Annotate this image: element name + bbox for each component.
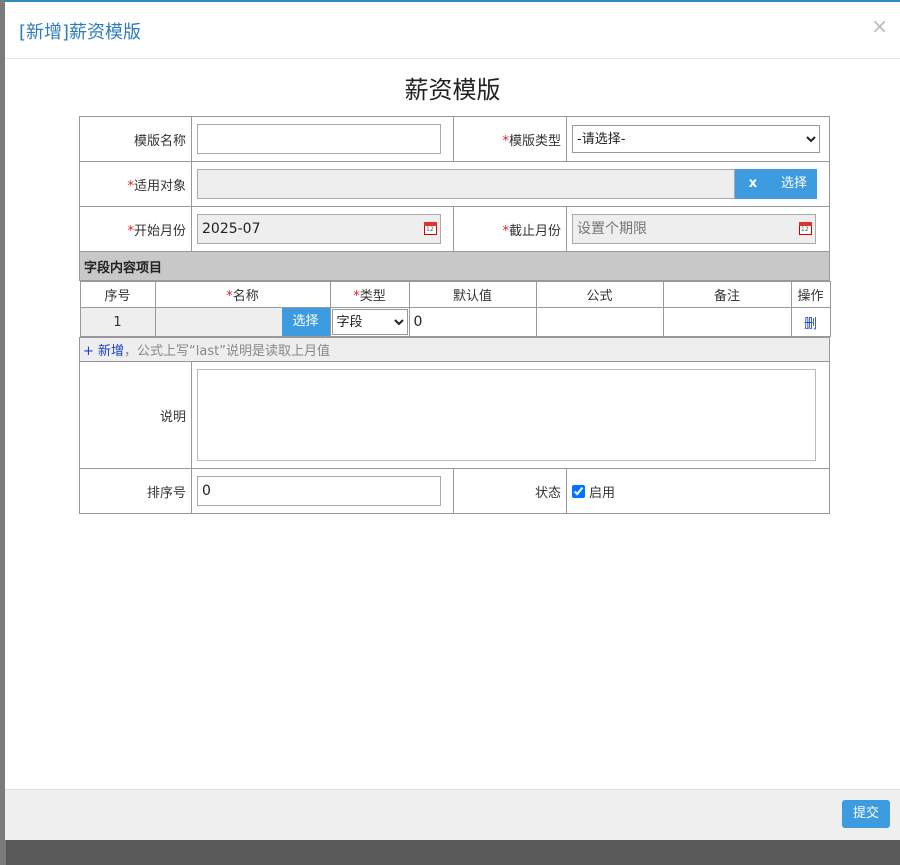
- col-ops-header: 操作: [790, 281, 831, 308]
- description-label: 说明: [79, 361, 192, 469]
- dialog-header: [新增]薪资模版 ×: [5, 2, 900, 59]
- col-note-header: 备注: [662, 281, 792, 308]
- formula-hint: ，公式上写“last”说明是读取上月值: [124, 344, 330, 359]
- col-seq-header: 序号: [79, 281, 156, 308]
- clear-target-button[interactable]: x: [735, 169, 771, 199]
- template-form: 模版名称 *模版类型 -请选择- *适用对象 x 选择 *开始月份 2025-0…: [79, 116, 831, 514]
- row-seq: 1: [79, 307, 156, 337]
- status-checkbox[interactable]: [572, 484, 585, 498]
- add-item-link[interactable]: + 新增: [83, 344, 124, 359]
- dialog: [新增]薪资模版 × 薪资模版 模版名称 *模版类型 -请选择- *适用对象 x: [5, 0, 900, 840]
- status-toggle[interactable]: 启用: [572, 482, 829, 501]
- status-checkbox-label: 启用: [589, 485, 616, 501]
- end-month-input[interactable]: [572, 214, 816, 244]
- form-title: 薪资模版: [404, 76, 501, 104]
- select-target-button[interactable]: 选择: [771, 169, 817, 199]
- start-month-input[interactable]: [197, 214, 441, 244]
- calendar-icon[interactable]: [424, 222, 437, 235]
- table-row: 1 选择 字段 0 删: [79, 307, 831, 337]
- row-default-input[interactable]: [409, 308, 536, 336]
- sort-no-label: 排序号: [79, 468, 192, 514]
- row-delete-link[interactable]: 删: [804, 317, 817, 332]
- row-name-input[interactable]: [155, 308, 282, 336]
- template-type-select[interactable]: -请选择-: [572, 125, 820, 153]
- col-default-header: 默认值: [408, 281, 537, 308]
- section-title: 字段内容项目: [79, 251, 830, 281]
- dialog-title: [新增]薪资模版: [19, 22, 142, 43]
- field-items-table: 序号 *名称 *类型 默认值 公式 备注 操作 1 选择 字段 0 删: [79, 281, 831, 337]
- status-label: 状态: [453, 468, 567, 514]
- col-name-header: *名称: [154, 281, 331, 308]
- submit-button[interactable]: 提交: [842, 800, 890, 828]
- add-row-hint: + 新增，公式上写“last”说明是读取上月值: [79, 337, 830, 362]
- end-month-label: *截止月份: [453, 206, 567, 252]
- calendar-icon[interactable]: [799, 222, 812, 235]
- dialog-footer: 提交: [5, 789, 900, 840]
- start-month-label: *开始月份: [79, 206, 192, 252]
- close-icon[interactable]: ×: [871, 16, 888, 36]
- template-name-input[interactable]: [197, 124, 441, 154]
- col-type-header: *类型: [329, 281, 410, 308]
- row-formula-input[interactable]: [536, 308, 663, 336]
- description-textarea[interactable]: [197, 369, 816, 461]
- row-note-input[interactable]: [663, 308, 791, 336]
- target-label: *适用对象: [79, 161, 192, 207]
- col-formula-header: 公式: [535, 281, 664, 308]
- template-type-label: *模版类型: [453, 116, 567, 162]
- row-select-button[interactable]: 选择: [281, 308, 330, 336]
- row-type-select[interactable]: 字段: [331, 309, 408, 335]
- sort-no-input[interactable]: [197, 476, 441, 506]
- target-input[interactable]: [197, 169, 735, 199]
- template-name-label: 模版名称: [79, 116, 192, 162]
